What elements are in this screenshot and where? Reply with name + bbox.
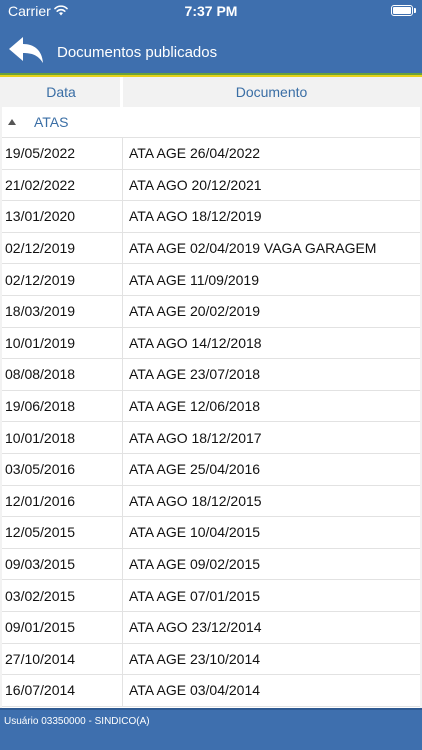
- row-date: 19/05/2022: [2, 138, 123, 169]
- row-date: 09/01/2015: [2, 611, 123, 643]
- row-date: 10/01/2018: [2, 422, 123, 453]
- row-date: 08/08/2018: [2, 359, 123, 390]
- row-document[interactable]: ATA AGO 20/12/2021: [123, 170, 420, 201]
- row-date: 13/01/2020: [2, 201, 123, 232]
- user-info: Usuário 03350000 - SINDICO(A): [4, 716, 150, 727]
- table-row[interactable]: 27/10/2014 ATA AGE 23/10/2014: [2, 643, 420, 676]
- table-row[interactable]: 12/01/2016 ATA AGO 18/12/2015: [2, 485, 420, 518]
- column-header-document[interactable]: Documento: [123, 77, 420, 107]
- row-document[interactable]: ATA AGO 14/12/2018: [123, 328, 420, 359]
- header-bar: Carrier 7:37 PM Documentos publicados: [0, 0, 422, 76]
- row-document[interactable]: ATA AGE 25/04/2016: [123, 454, 420, 485]
- page-title: Documentos publicados: [57, 44, 218, 61]
- row-date: 18/03/2019: [2, 295, 123, 327]
- table-row[interactable]: 09/03/2015 ATA AGE 09/02/2015: [2, 548, 420, 581]
- row-document[interactable]: ATA AGO 18/12/2017: [123, 422, 420, 453]
- row-date: 03/02/2015: [2, 580, 123, 611]
- back-arrow-icon: [9, 37, 43, 63]
- row-date: 16/07/2014: [2, 675, 123, 706]
- table-body: 19/05/2022 ATA AGE 26/04/2022 21/02/2022 AT…: [2, 138, 420, 707]
- column-header-date[interactable]: Data: [2, 77, 123, 107]
- row-document[interactable]: ATA AGE 23/07/2018: [123, 359, 420, 390]
- battery-icon: [391, 5, 413, 16]
- row-document[interactable]: ATA AGE 12/06/2018: [123, 391, 420, 422]
- documents-table: Data Documento ATAS 19/05/2022 ATA AGE 26…: [2, 77, 420, 708]
- row-date: 12/05/2015: [2, 517, 123, 548]
- back-button[interactable]: [6, 34, 46, 68]
- battery-tip: [414, 8, 416, 13]
- row-date: 02/12/2019: [2, 232, 123, 264]
- table-row[interactable]: 10/01/2018 ATA AGO 18/12/2017: [2, 422, 420, 454]
- row-date: 09/03/2015: [2, 548, 123, 580]
- row-date: 27/10/2014: [2, 643, 123, 675]
- row-document[interactable]: ATA AGO 23/12/2014: [123, 612, 420, 643]
- table-row[interactable]: 19/05/2022 ATA AGE 26/04/2022: [2, 138, 420, 170]
- table-row[interactable]: 19/06/2018 ATA AGE 12/06/2018: [2, 390, 420, 423]
- row-document[interactable]: ATA AGE 20/02/2019: [123, 296, 420, 327]
- table-header: Data Documento: [2, 77, 420, 107]
- row-document[interactable]: ATA AGE 02/04/2019 VAGA GARAGEM: [123, 233, 420, 264]
- row-document[interactable]: ATA AGE 09/02/2015: [123, 549, 420, 580]
- row-date: 19/06/2018: [2, 390, 123, 422]
- table-row[interactable]: 12/05/2015 ATA AGE 10/04/2015: [2, 517, 420, 549]
- row-date: 12/01/2016: [2, 485, 123, 517]
- table-row[interactable]: 21/02/2022 ATA AGO 20/12/2021: [2, 169, 420, 202]
- row-document[interactable]: ATA AGE 23/10/2014: [123, 644, 420, 675]
- group-header-atas[interactable]: ATAS: [2, 107, 420, 138]
- table-row[interactable]: 03/02/2015 ATA AGE 07/01/2015: [2, 580, 420, 612]
- table-row[interactable]: 02/12/2019 ATA AGE 11/09/2019: [2, 264, 420, 296]
- table-row[interactable]: 10/01/2019 ATA AGO 14/12/2018: [2, 327, 420, 360]
- table-row[interactable]: 08/08/2018 ATA AGE 23/07/2018: [2, 359, 420, 391]
- table-row[interactable]: 18/03/2019 ATA AGE 20/02/2019: [2, 295, 420, 328]
- row-document[interactable]: ATA AGE 11/09/2019: [123, 264, 420, 295]
- row-date: 21/02/2022: [2, 169, 123, 201]
- row-document[interactable]: ATA AGO 18/12/2019: [123, 201, 420, 232]
- row-document[interactable]: ATA AGE 26/04/2022: [123, 138, 420, 169]
- group-label: ATAS: [34, 114, 69, 130]
- table-row[interactable]: 16/07/2014 ATA AGE 03/04/2014: [2, 675, 420, 707]
- row-date: 02/12/2019: [2, 264, 123, 295]
- row-date: 10/01/2019: [2, 327, 123, 359]
- row-document[interactable]: ATA AGE 07/01/2015: [123, 580, 420, 611]
- caret-up-icon[interactable]: [8, 119, 16, 125]
- table-row[interactable]: 02/12/2019 ATA AGE 02/04/2019 VAGA GARAGE…: [2, 232, 420, 265]
- footer-bar: Usuário 03350000 - SINDICO(A): [0, 708, 422, 750]
- row-document[interactable]: ATA AGE 03/04/2014: [123, 675, 420, 706]
- table-row[interactable]: 09/01/2015 ATA AGO 23/12/2014: [2, 611, 420, 644]
- footer-divider: [0, 708, 422, 710]
- table-row[interactable]: 13/01/2020 ATA AGO 18/12/2019: [2, 201, 420, 233]
- status-time: 7:37 PM: [184, 3, 238, 19]
- row-document[interactable]: ATA AGO 18/12/2015: [123, 486, 420, 517]
- status-bar: Carrier 7:37 PM: [0, 0, 422, 22]
- row-document[interactable]: ATA AGE 10/04/2015: [123, 517, 420, 548]
- row-date: 03/05/2016: [2, 453, 123, 485]
- table-row[interactable]: 03/05/2016 ATA AGE 25/04/2016: [2, 453, 420, 486]
